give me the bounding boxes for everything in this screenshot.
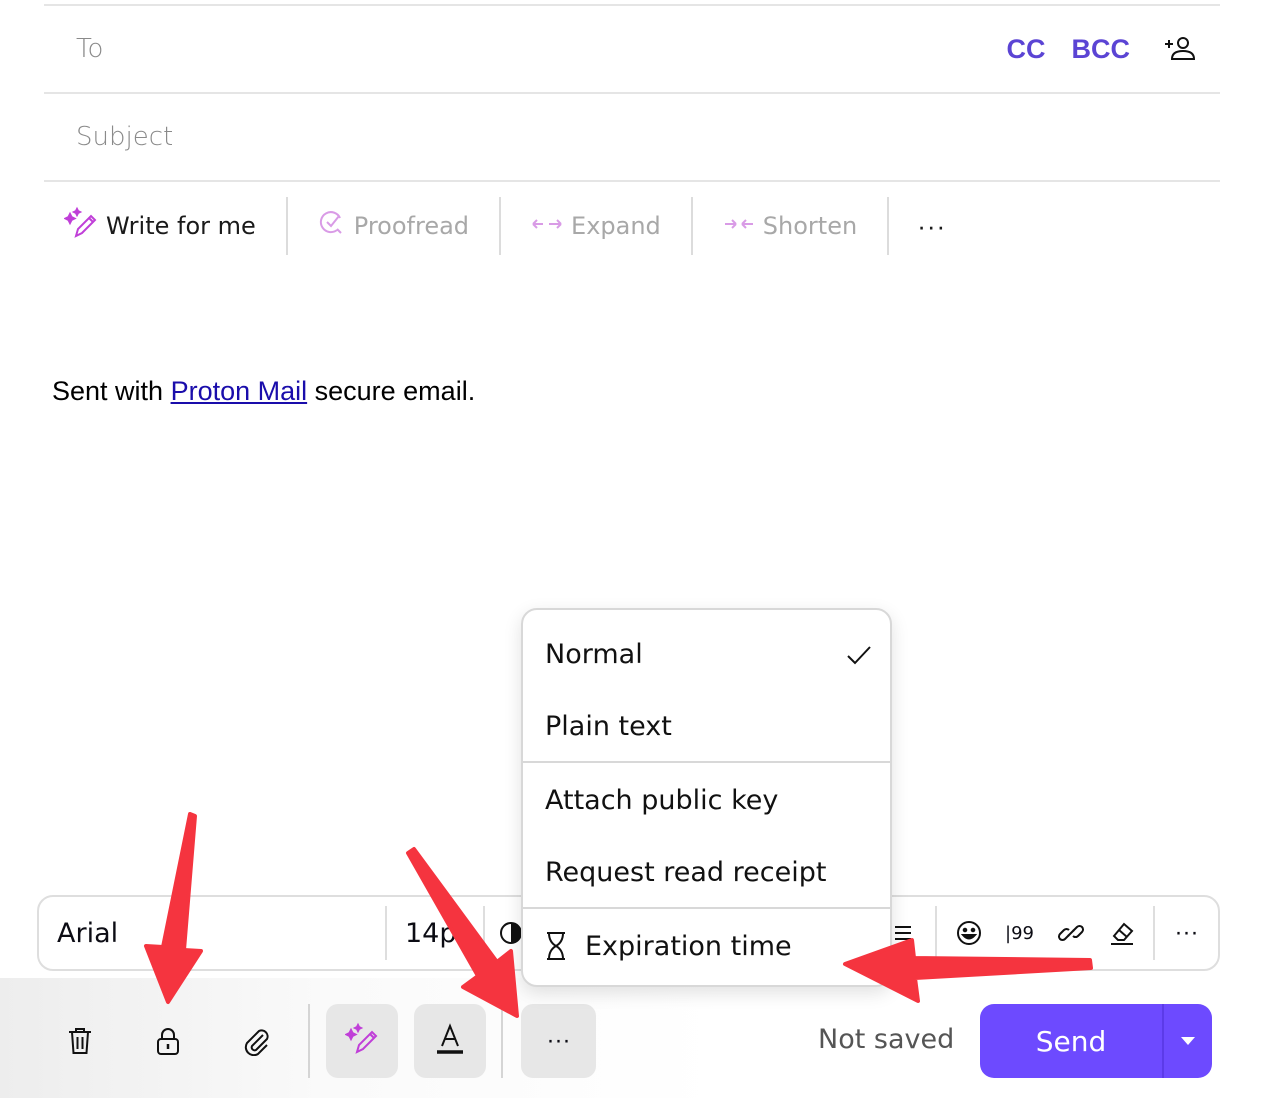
shorten-icon <box>723 212 755 240</box>
menu-item-label: Expiration time <box>585 930 792 962</box>
ai-assistant-button[interactable] <box>326 1004 398 1078</box>
hourglass-icon <box>545 931 567 961</box>
signature-suffix: secure email. <box>307 376 476 406</box>
menu-item-label: Attach public key <box>545 784 779 816</box>
subject-divider <box>44 180 1220 182</box>
more-options-button[interactable]: ··· <box>521 1004 596 1078</box>
expand-icon <box>531 212 563 240</box>
send-button[interactable]: Send <box>980 1004 1164 1078</box>
format-tools-right: |99 ··· <box>878 897 1218 969</box>
subject-row: Subject <box>44 94 1220 180</box>
footer-separator <box>501 1004 503 1078</box>
quote-glyph: |99 <box>1005 922 1034 944</box>
ai-more-button[interactable]: ··· <box>889 211 974 242</box>
trash-icon[interactable] <box>53 1014 107 1068</box>
to-input[interactable] <box>103 6 1007 92</box>
expand-label: Expand <box>571 212 661 240</box>
emoji-icon[interactable] <box>943 907 994 959</box>
format-separator <box>935 906 937 960</box>
shorten-label: Shorten <box>762 212 858 240</box>
proton-mail-link[interactable]: Proton Mail <box>171 376 308 406</box>
menu-item-attach-public-key[interactable]: Attach public key <box>523 764 890 836</box>
menu-separator <box>523 907 890 909</box>
composer-footer: ··· Not saved Send <box>44 1004 1212 1078</box>
shorten-button[interactable]: Shorten <box>693 198 887 254</box>
lock-icon[interactable] <box>141 1014 195 1068</box>
message-body[interactable]: Sent with Proton Mail secure email. <box>52 376 475 407</box>
cc-button[interactable]: CC <box>1007 34 1046 65</box>
subject-input[interactable] <box>173 94 1220 180</box>
to-row: To CC BCC <box>44 6 1220 92</box>
write-for-me-button[interactable]: Write for me <box>44 198 286 254</box>
font-size-select[interactable]: 14px <box>387 918 483 949</box>
proofread-button[interactable]: Proofread <box>288 198 499 254</box>
menu-item-label: Normal <box>545 638 643 670</box>
recipient-actions: CC BCC <box>1007 32 1197 66</box>
menu-item-plain-text[interactable]: Plain text <box>523 690 890 762</box>
format-separator <box>1153 906 1155 960</box>
format-more-button[interactable]: ··· <box>1161 907 1212 959</box>
bcc-button[interactable]: BCC <box>1072 34 1131 65</box>
footer-separator <box>308 1004 310 1078</box>
menu-item-label: Request read receipt <box>545 856 827 888</box>
signature-prefix: Sent with <box>52 376 171 406</box>
send-button-group: Send <box>980 1004 1212 1078</box>
add-contact-icon[interactable] <box>1162 32 1196 66</box>
checkmark-icon <box>846 642 872 673</box>
eraser-icon[interactable] <box>1096 907 1147 959</box>
magic-pencil-icon <box>63 206 98 246</box>
paperclip-icon[interactable] <box>229 1014 283 1068</box>
menu-item-request-read-receipt[interactable]: Request read receipt <box>523 836 890 908</box>
menu-item-expiration-time[interactable]: Expiration time <box>523 910 890 982</box>
proofread-icon <box>318 209 346 243</box>
text-format-button[interactable] <box>414 1004 486 1078</box>
expand-button[interactable]: Expand <box>501 198 691 254</box>
proofread-label: Proofread <box>353 212 470 240</box>
font-family-select[interactable]: Arial <box>39 918 385 949</box>
to-label: To <box>76 34 104 64</box>
save-status: Not saved <box>818 1024 955 1055</box>
ai-assistant-toolbar: Write for me Proofread Expand Shorten ··… <box>44 196 974 256</box>
send-options-button[interactable] <box>1164 1004 1212 1078</box>
link-icon[interactable] <box>1045 907 1096 959</box>
menu-separator <box>523 761 890 763</box>
more-icon: ··· <box>546 1027 571 1054</box>
write-for-me-label: Write for me <box>106 212 256 240</box>
menu-item-label: Plain text <box>545 710 672 742</box>
subject-label: Subject <box>76 122 174 152</box>
quote-icon[interactable]: |99 <box>994 907 1045 959</box>
caret-down-icon <box>1181 1037 1195 1045</box>
text-format-icon <box>433 1022 467 1061</box>
magic-pencil-icon <box>344 1022 379 1061</box>
menu-item-normal[interactable]: Normal <box>523 618 890 690</box>
more-icon: ··· <box>1174 919 1199 946</box>
more-options-menu: Normal Plain text Attach public key Requ… <box>521 608 892 987</box>
